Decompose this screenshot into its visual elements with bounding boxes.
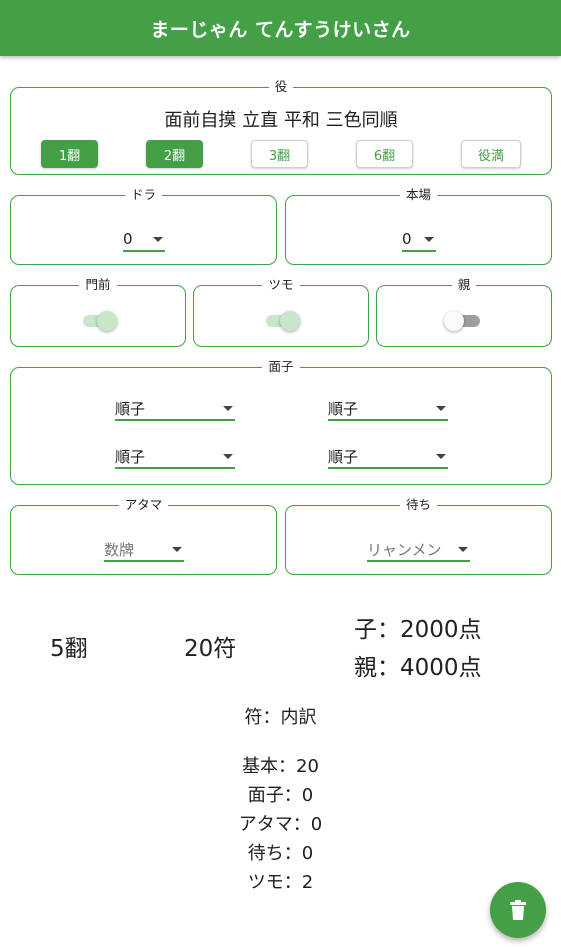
mentsu-select-1[interactable]: 順子 [115, 397, 235, 421]
trash-icon [510, 900, 526, 920]
toggle-thumb [280, 311, 300, 331]
chevron-down-icon [424, 236, 434, 242]
han-2-button[interactable]: 2翻 [146, 140, 203, 168]
menzen-panel: 門前 [10, 278, 186, 347]
app-bar: まーじゃん てんすうけいさん [0, 0, 561, 56]
oya-panel: 親 [376, 278, 552, 347]
tsumo-legend: ツモ [268, 277, 294, 292]
chevron-down-icon [458, 546, 468, 552]
tsumo-toggle[interactable] [264, 310, 304, 332]
result-parent-points: 親：4000点 [354, 655, 482, 681]
atama-panel: アタマ 数牌 [10, 498, 277, 575]
mentsu-select-2[interactable]: 順子 [328, 397, 448, 421]
mentsu-value: 順子 [115, 399, 146, 418]
fu-breakdown-title: 符：内訳 [244, 707, 317, 728]
machi-panel: 待ち リャンメン [285, 498, 552, 575]
menzen-toggle[interactable] [81, 310, 121, 332]
mentsu-value: 順子 [115, 447, 146, 466]
honba-value: 0 [402, 230, 412, 248]
oya-toggle[interactable] [444, 310, 484, 332]
honba-legend: 本場 [405, 187, 431, 202]
honba-panel: 本場 0 [285, 188, 552, 265]
chevron-down-icon [153, 236, 163, 242]
honba-select[interactable]: 0 [402, 228, 436, 252]
yaku-legend: 役 [274, 79, 288, 94]
fu-breakdown-line: 面子：0 [247, 785, 314, 806]
yaku-selected-text: 面前自摸 立直 平和 三色同順 [164, 110, 398, 131]
atama-select[interactable]: 数牌 [104, 538, 184, 562]
clear-button[interactable] [490, 882, 546, 938]
chevron-down-icon [436, 405, 446, 411]
app-title: まーじゃん てんすうけいさん [150, 18, 411, 41]
chevron-down-icon [223, 453, 233, 459]
mentsu-panel: 面子 順子 順子 順子 順子 [10, 360, 552, 485]
machi-value: リャンメン [367, 540, 442, 559]
machi-select[interactable]: リャンメン [367, 538, 470, 562]
han-3-button[interactable]: 3翻 [251, 140, 308, 168]
menzen-legend: 門前 [85, 277, 111, 292]
dora-select[interactable]: 0 [123, 228, 165, 252]
toggle-thumb [444, 311, 464, 331]
han-6-button[interactable]: 6翻 [356, 140, 413, 168]
dora-panel: ドラ 0 [10, 188, 277, 265]
result-han: 5翻 [50, 636, 88, 662]
han-1-button[interactable]: 1翻 [41, 140, 98, 168]
chevron-down-icon [223, 405, 233, 411]
fu-breakdown-line: 基本：20 [242, 756, 319, 777]
fu-breakdown-line: アタマ：0 [238, 814, 323, 835]
mentsu-value: 順子 [328, 399, 359, 418]
chevron-down-icon [436, 453, 446, 459]
toggle-thumb [97, 311, 117, 331]
atama-value: 数牌 [104, 540, 135, 559]
yakuman-button[interactable]: 役満 [461, 140, 521, 168]
mentsu-select-4[interactable]: 順子 [328, 445, 448, 469]
dora-value: 0 [123, 230, 133, 248]
oya-legend: 親 [457, 277, 471, 292]
fu-breakdown-line: 待ち：0 [247, 843, 314, 864]
machi-legend: 待ち [405, 497, 431, 512]
atama-legend: アタマ [124, 497, 163, 512]
mentsu-value: 順子 [328, 447, 359, 466]
mentsu-select-3[interactable]: 順子 [115, 445, 235, 469]
chevron-down-icon [172, 546, 182, 552]
result-child-points: 子：2000点 [354, 617, 482, 643]
mentsu-legend: 面子 [268, 359, 294, 374]
yaku-panel: 役 面前自摸 立直 平和 三色同順 1翻 2翻 3翻 6翻 役満 [10, 80, 552, 175]
fu-breakdown-line: ツモ：2 [247, 872, 314, 893]
dora-legend: ドラ [130, 187, 156, 202]
tsumo-panel: ツモ [193, 278, 369, 347]
result-fu: 20符 [184, 636, 237, 662]
